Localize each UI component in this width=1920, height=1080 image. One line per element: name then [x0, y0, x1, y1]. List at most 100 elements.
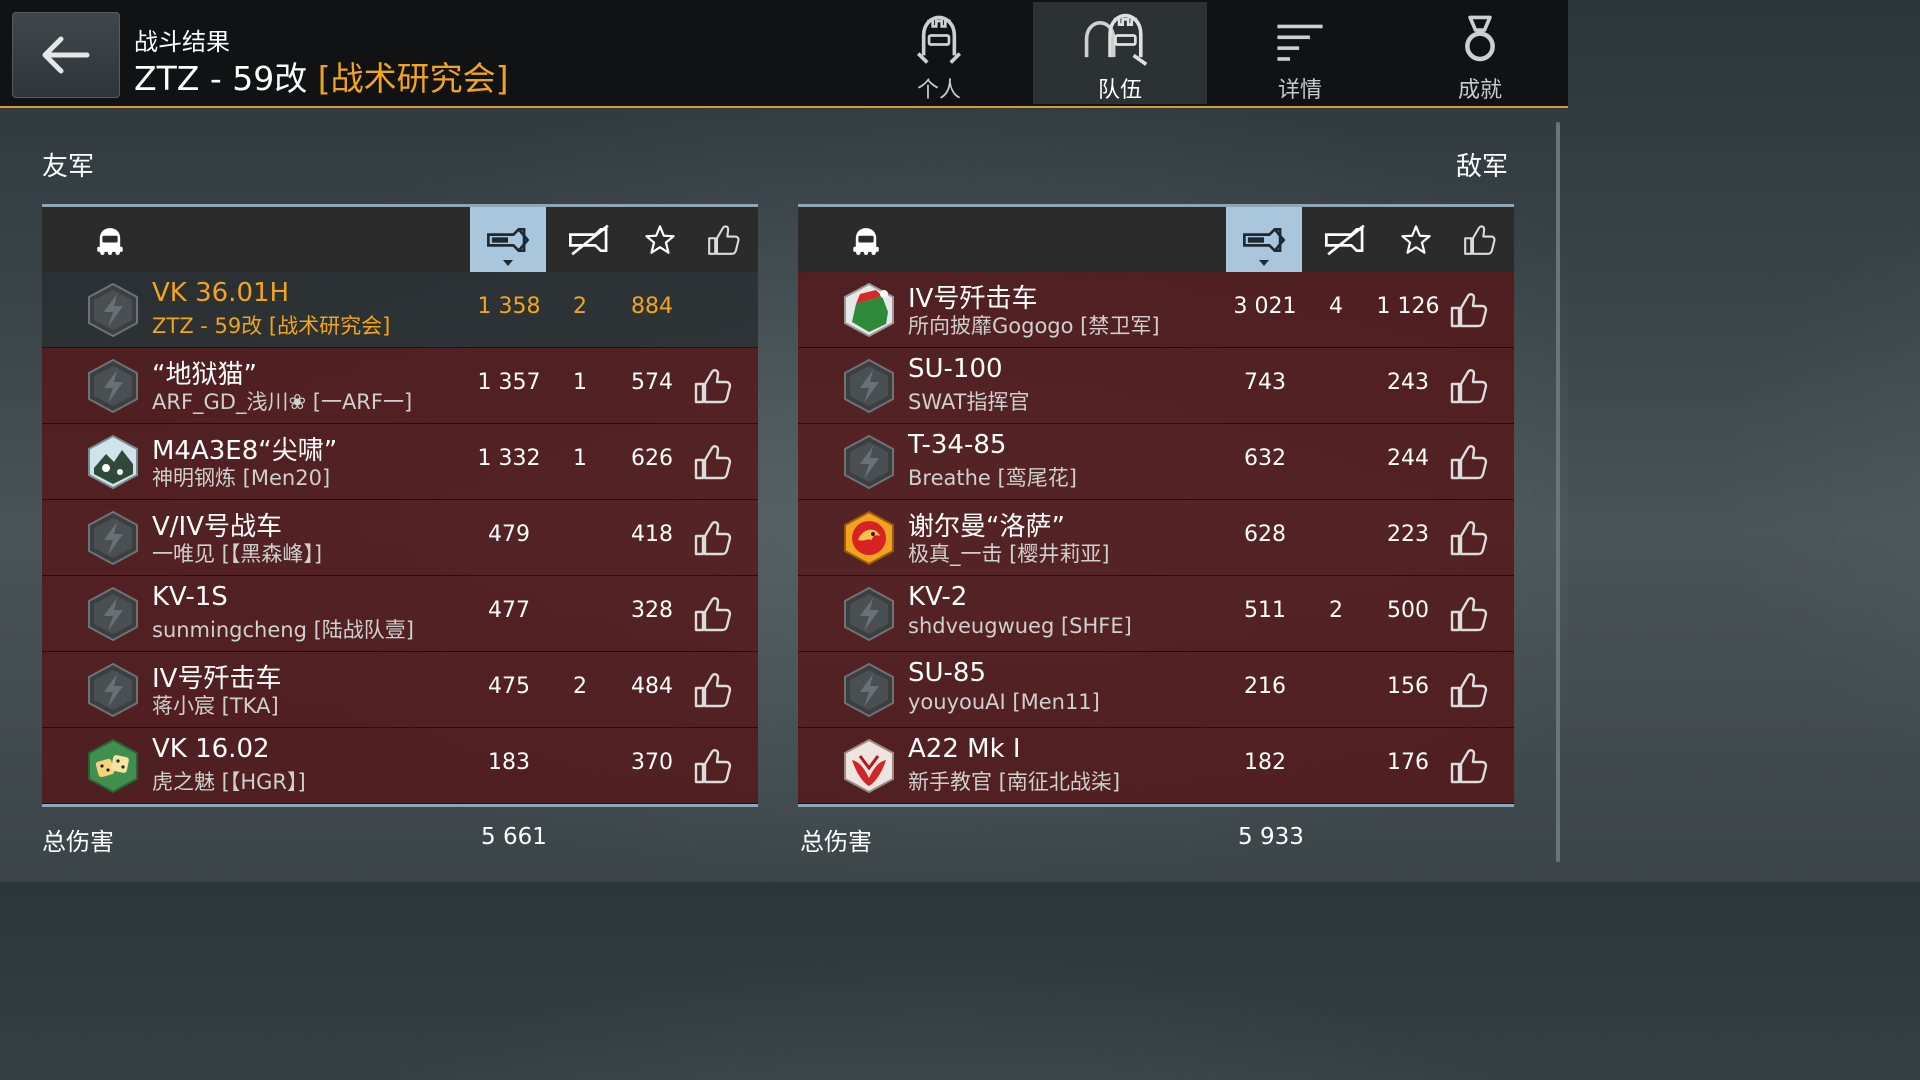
kills-column-header[interactable]	[1308, 207, 1384, 272]
like-icon[interactable]	[690, 440, 734, 484]
like-icon[interactable]	[690, 744, 734, 788]
kills-value: 1	[573, 446, 587, 471]
sort-down-icon	[503, 260, 513, 266]
tank-name: KV-2	[908, 582, 968, 612]
table-row[interactable]: V/IV号战车 一唯见 [【黑森峰】] 479 418	[42, 500, 758, 576]
team-helmets-icon	[1084, 13, 1148, 66]
table-row[interactable]: VK 36.01H ZTZ - 59改 [战术研究会] 1 358 2 884	[42, 272, 758, 348]
player-name: 神明钢炼 [Men20]	[152, 466, 331, 490]
kills-icon	[1321, 222, 1371, 258]
damage-value: 479	[488, 522, 530, 547]
like-icon[interactable]	[1446, 668, 1490, 712]
tab-achievements[interactable]: 成就	[1393, 2, 1567, 104]
table-row[interactable]: KV-1S sunmingcheng [陆战队壹] 477 328	[42, 576, 758, 652]
avatar-default-icon	[86, 510, 140, 566]
player-name: 虎之魅 [【HGR】]	[152, 770, 306, 794]
damage-column-header[interactable]	[470, 207, 546, 272]
kills-value: 2	[1329, 598, 1343, 623]
damage-value: 628	[1244, 522, 1286, 547]
back-button[interactable]	[12, 12, 120, 98]
player-name: 新手教官 [南征北战柒]	[908, 770, 1121, 794]
kills-column-header[interactable]	[552, 207, 628, 272]
sort-down-icon	[1259, 260, 1269, 266]
damage-value: 3 021	[1233, 294, 1297, 319]
avatar-default-icon	[86, 358, 140, 414]
avatar-dice-icon	[88, 738, 138, 794]
avatar-default-icon	[86, 282, 140, 338]
tank-column-header[interactable]	[844, 207, 888, 272]
like-icon[interactable]	[690, 668, 734, 712]
experience-column-header[interactable]	[622, 207, 698, 272]
experience-column-header[interactable]	[1378, 207, 1454, 272]
tank-column-header[interactable]	[88, 207, 132, 272]
table-row[interactable]: IV号歼击车 所向披靡Gogogo [禁卫军] 3 021 4 1 126	[798, 272, 1514, 348]
scrollbar[interactable]	[1556, 122, 1560, 862]
exp-value: 1 126	[1376, 294, 1440, 319]
table-row[interactable]: VK 16.02 虎之魅 [【HGR】] 183 370	[42, 728, 758, 804]
avatar-christmas-icon	[844, 282, 894, 338]
avatar-snow-camo-icon	[88, 434, 138, 490]
arrow-left-icon	[42, 36, 90, 74]
exp-value: 243	[1387, 370, 1429, 395]
tab-details[interactable]: 详情	[1213, 2, 1387, 104]
kills-value: 2	[573, 294, 587, 319]
like-column-header	[1456, 207, 1502, 272]
table-row[interactable]: KV-2 shdveugwueg [SHFE] 511 2 500	[798, 576, 1514, 652]
damage-value: 477	[488, 598, 530, 623]
like-icon[interactable]	[1446, 364, 1490, 408]
like-icon[interactable]	[1446, 592, 1490, 636]
allies-panel-bottom-border	[42, 804, 758, 807]
like-icon[interactable]	[1446, 516, 1490, 560]
exp-value: 574	[631, 370, 673, 395]
table-row[interactable]: “地狱猫” ARF_GD_浅川❀ [一ARF一] 1 357 1 574	[42, 348, 758, 424]
damage-value: 743	[1244, 370, 1286, 395]
enemies-total-damage-label: 总伤害	[800, 828, 872, 856]
avatar-default-icon	[86, 662, 140, 718]
damage-column-header[interactable]	[1226, 207, 1302, 272]
like-icon[interactable]	[690, 516, 734, 560]
enemies-panel: IV号歼击车 所向披靡Gogogo [禁卫军] 3 021 4 1 126 SU…	[798, 204, 1514, 807]
enemies-panel-bottom-border	[798, 804, 1514, 807]
kills-icon	[565, 222, 615, 258]
avatar-default-icon	[842, 434, 896, 490]
exp-value: 500	[1387, 598, 1429, 623]
damage-icon	[483, 222, 533, 258]
tank-name: SU-100	[908, 354, 1003, 384]
tab-team[interactable]: 队伍	[1033, 2, 1207, 104]
player-name: ZTZ - 59改 [战术研究会]	[152, 314, 391, 338]
like-icon[interactable]	[1446, 288, 1490, 332]
damage-value: 632	[1244, 446, 1286, 471]
damage-value: 511	[1244, 598, 1286, 623]
player-name: 一唯见 [【黑森峰】]	[152, 542, 323, 566]
avatar-default-icon	[842, 662, 896, 718]
medal-icon	[1465, 15, 1495, 62]
like-icon	[1460, 221, 1498, 259]
like-icon[interactable]	[1446, 440, 1490, 484]
tank-name: SU-85	[908, 658, 986, 688]
avatar-default-icon	[842, 586, 896, 642]
experience-star-icon	[1399, 223, 1433, 257]
avatar-red-wings-icon	[844, 738, 894, 794]
damage-value: 1 358	[477, 294, 541, 319]
like-icon[interactable]	[690, 592, 734, 636]
damage-value: 475	[488, 674, 530, 699]
table-row[interactable]: SU-85 youyouAI [Men11] 216 156	[798, 652, 1514, 728]
tab-personal[interactable]: 个人	[852, 2, 1026, 104]
table-row[interactable]: 谢尔曼“洛萨” 极真_一击 [樱井莉亚] 628 223	[798, 500, 1514, 576]
player-name: SWAT指挥官	[908, 390, 1030, 414]
damage-value: 1 357	[477, 370, 541, 395]
tank-name: KV-1S	[152, 582, 228, 612]
table-row[interactable]: SU-100 SWAT指挥官 743 243	[798, 348, 1514, 424]
like-icon[interactable]	[1446, 744, 1490, 788]
table-row[interactable]: T-34-85 Breathe [鸾尾花] 632 244	[798, 424, 1514, 500]
tab-achievements-label: 成就	[1457, 78, 1502, 103]
tank-name: VK 16.02	[152, 734, 270, 764]
table-row[interactable]: M4A3E8“尖啸” 神明钢炼 [Men20] 1 332 1 626	[42, 424, 758, 500]
like-icon[interactable]	[690, 364, 734, 408]
tank-name: T-34-85	[908, 430, 1007, 460]
table-row[interactable]: IV号歼击车 蒋小宸 [TKA] 475 2 484	[42, 652, 758, 728]
table-row[interactable]: A22 Mk I 新手教官 [南征北战柒] 182 176	[798, 728, 1514, 804]
kills-value: 2	[573, 674, 587, 699]
player-name: ARF_GD_浅川❀ [一ARF一]	[152, 390, 413, 414]
player-tank-title: ZTZ - 59改 [战术研究会]	[134, 52, 509, 100]
